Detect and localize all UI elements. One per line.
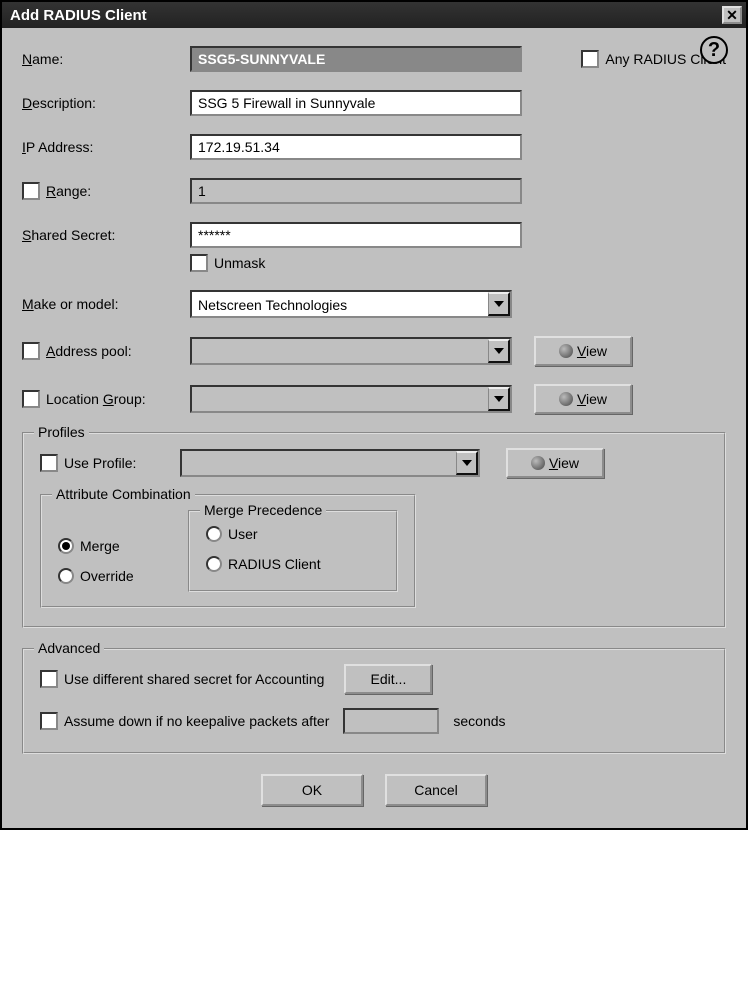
merge-precedence-legend: Merge Precedence xyxy=(200,502,326,518)
chevron-down-icon[interactable] xyxy=(488,339,510,363)
user-radio[interactable] xyxy=(206,526,222,542)
chevron-down-icon[interactable] xyxy=(488,292,510,316)
make-model-label: Make or model: xyxy=(22,296,190,312)
name-input[interactable] xyxy=(190,46,522,72)
diff-secret-label: Use different shared secret for Accounti… xyxy=(64,671,324,687)
use-profile-checkbox[interactable] xyxy=(40,454,58,472)
titlebar: Add RADIUS Client ✕ xyxy=(2,2,746,28)
location-group-value xyxy=(192,387,488,411)
diff-secret-checkbox[interactable] xyxy=(40,670,58,688)
address-pool-select[interactable] xyxy=(190,337,512,365)
help-icon[interactable]: ? xyxy=(700,36,728,64)
name-label: Name: xyxy=(22,51,190,67)
override-label: Override xyxy=(80,568,134,584)
description-label: Description: xyxy=(22,95,190,111)
profiles-legend: Profiles xyxy=(34,424,89,440)
advanced-legend: Advanced xyxy=(34,640,104,656)
dialog-buttons: OK Cancel xyxy=(22,774,726,814)
use-profile-value xyxy=(182,451,456,475)
unmask-label: Unmask xyxy=(214,255,265,271)
location-group-label-wrap: Location Group: xyxy=(22,390,190,408)
merge-radio[interactable] xyxy=(58,538,74,554)
seconds-label: seconds xyxy=(453,713,505,729)
assume-down-checkbox[interactable] xyxy=(40,712,58,730)
attribute-combination-legend: Attribute Combination xyxy=(52,486,195,502)
view-icon xyxy=(531,456,545,470)
chevron-down-icon[interactable] xyxy=(456,451,478,475)
assume-down-label: Assume down if no keepalive packets afte… xyxy=(64,713,329,729)
edit-button[interactable]: Edit... xyxy=(344,664,432,694)
user-label: User xyxy=(228,526,258,542)
merge-label: Merge xyxy=(80,538,120,554)
cancel-button[interactable]: Cancel xyxy=(385,774,487,806)
range-input[interactable] xyxy=(190,178,522,204)
profile-view-button[interactable]: View xyxy=(506,448,604,478)
location-group-label: Location Group: xyxy=(46,391,146,407)
location-group-select[interactable] xyxy=(190,385,512,413)
use-profile-label: Use Profile: xyxy=(64,455,136,471)
address-pool-label: Address pool: xyxy=(46,343,132,359)
ip-address-input[interactable] xyxy=(190,134,522,160)
advanced-group: Advanced Use different shared secret for… xyxy=(22,648,726,754)
make-model-value: Netscreen Technologies xyxy=(192,292,488,316)
description-input[interactable] xyxy=(190,90,522,116)
make-model-select[interactable]: Netscreen Technologies xyxy=(190,290,512,318)
add-radius-client-dialog: Add RADIUS Client ✕ ? Name: Any RADIUS C… xyxy=(0,0,748,830)
location-group-checkbox[interactable] xyxy=(22,390,40,408)
address-pool-value xyxy=(192,339,488,363)
ok-button[interactable]: OK xyxy=(261,774,363,806)
view-icon xyxy=(559,344,573,358)
merge-precedence-group: Merge Precedence User RADIUS Client xyxy=(188,510,398,592)
any-radius-client-checkbox[interactable] xyxy=(581,50,599,68)
address-pool-checkbox[interactable] xyxy=(22,342,40,360)
shared-secret-label: Shared Secret: xyxy=(22,227,190,243)
location-group-view-button[interactable]: View xyxy=(534,384,632,414)
override-radio[interactable] xyxy=(58,568,74,584)
view-icon xyxy=(559,392,573,406)
address-pool-label-wrap: Address pool: xyxy=(22,342,190,360)
close-button[interactable]: ✕ xyxy=(722,6,742,24)
attribute-combination-group: Attribute Combination Merge Override xyxy=(40,494,416,608)
range-checkbox[interactable] xyxy=(22,182,40,200)
address-pool-view-button[interactable]: View xyxy=(534,336,632,366)
profiles-group: Profiles Use Profile: View Attribute Com… xyxy=(22,432,726,628)
dialog-body: ? Name: Any RADIUS Client Description: I… xyxy=(2,28,746,828)
keepalive-seconds-input[interactable] xyxy=(343,708,439,734)
range-label-wrap: Range: xyxy=(22,182,190,200)
chevron-down-icon[interactable] xyxy=(488,387,510,411)
radius-client-radio[interactable] xyxy=(206,556,222,572)
use-profile-select[interactable] xyxy=(180,449,480,477)
ip-address-label: IP Address: xyxy=(22,139,190,155)
window-title: Add RADIUS Client xyxy=(10,7,147,24)
unmask-checkbox[interactable] xyxy=(190,254,208,272)
radius-client-label: RADIUS Client xyxy=(228,556,321,572)
shared-secret-input[interactable] xyxy=(190,222,522,248)
range-label: Range: xyxy=(46,183,91,199)
